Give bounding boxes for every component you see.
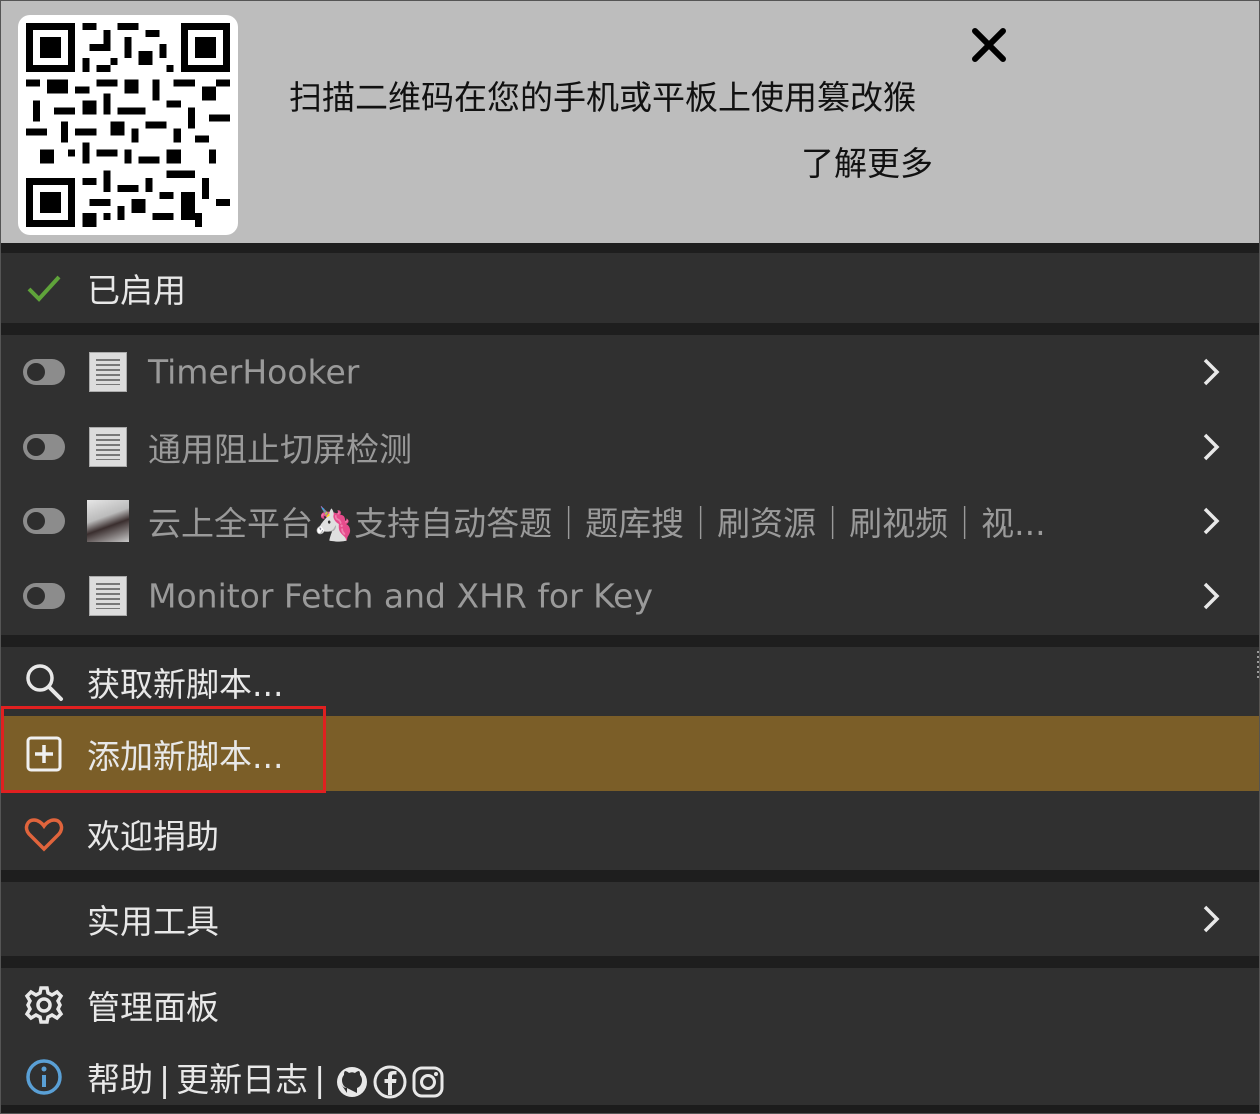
script-file-icon (89, 427, 127, 467)
footer-links: 帮助 | 更新日志 | (1, 1041, 1259, 1113)
script-item-anti-switch-detect[interactable]: 通用阻止切屏检测 (1, 410, 1259, 484)
chevron-right-icon[interactable] (1199, 902, 1223, 936)
script-item-timerhooker[interactable]: TimerHooker (1, 335, 1259, 409)
toggle-switch[interactable] (23, 508, 65, 534)
heart-icon (24, 817, 64, 851)
chevron-right-icon[interactable] (1199, 579, 1223, 613)
help-link[interactable]: 帮助 (87, 1060, 153, 1099)
facebook-icon[interactable] (373, 1065, 407, 1099)
enabled-section-header: 已启用 (1, 253, 1259, 323)
github-icon[interactable] (335, 1065, 369, 1099)
info-icon (26, 1059, 62, 1095)
utilities-section: 实用工具 (1, 882, 1259, 956)
toggle-switch[interactable] (23, 434, 65, 460)
learn-more-link[interactable]: 了解更多 (801, 137, 933, 185)
plus-square-icon (26, 736, 62, 771)
footer-text: 帮助 | 更新日志 | (87, 1053, 445, 1101)
gear-icon (24, 986, 64, 1024)
avatar-icon (87, 500, 129, 542)
dashboard-item[interactable]: 管理面板 (1, 968, 1259, 1042)
separator: | (314, 1060, 326, 1099)
chevron-right-icon[interactable] (1199, 355, 1223, 389)
script-name: 云上全平台🦄支持自动答题｜题库搜｜刷资源｜刷视频｜视... (148, 504, 1046, 543)
toggle-switch[interactable] (23, 583, 65, 609)
changelog-link[interactable]: 更新日志 (176, 1060, 308, 1099)
script-list: TimerHooker 通用阻止切屏检测 云上全平台🦄支持自动答题｜题库搜｜刷资… (1, 335, 1259, 635)
get-new-script-item[interactable]: 获取新脚本... (1, 647, 1259, 717)
actions-section: 获取新脚本... 添加新脚本... 欢迎捐助 (1, 647, 1259, 870)
script-name: TimerHooker (148, 352, 360, 392)
chevron-right-icon[interactable] (1199, 430, 1223, 464)
banner-message: 扫描二维码在您的手机或平板上使用篡改猴 (289, 78, 916, 117)
toggle-switch[interactable] (23, 359, 65, 385)
dashboard-label: 管理面板 (87, 988, 219, 1027)
tampermonkey-popup: 扫描二维码在您的手机或平板上使用篡改猴 了解更多 已启用 TimerHooker (0, 0, 1260, 1114)
utilities-label: 实用工具 (87, 902, 219, 941)
close-icon[interactable] (967, 23, 1011, 67)
get-new-script-label: 获取新脚本... (87, 665, 284, 704)
search-icon (26, 664, 63, 701)
script-item-monitor-fetch[interactable]: Monitor Fetch and XHR for Key (1, 559, 1259, 633)
bottom-section: 管理面板 帮助 | 更新日志 | (1, 968, 1259, 1113)
enabled-label: 已启用 (87, 271, 186, 310)
script-file-icon (89, 576, 127, 616)
qr-code (18, 15, 238, 235)
bottom-edge (1, 1105, 1259, 1113)
qr-banner: 扫描二维码在您的手机或平板上使用篡改猴 了解更多 (1, 1, 1259, 243)
donate-label: 欢迎捐助 (87, 816, 219, 856)
check-icon (27, 275, 61, 302)
donate-item[interactable]: 欢迎捐助 (1, 797, 1259, 870)
chevron-right-icon[interactable] (1199, 504, 1223, 538)
script-item-cloud-platform[interactable]: 云上全平台🦄支持自动答题｜题库搜｜刷资源｜刷视频｜视... (1, 484, 1259, 558)
add-new-script-item[interactable]: 添加新脚本... (1, 716, 1259, 791)
script-name: Monitor Fetch and XHR for Key (148, 576, 654, 616)
separator: | (159, 1060, 171, 1099)
script-file-icon (89, 352, 127, 392)
script-name: 通用阻止切屏检测 (148, 430, 412, 469)
utilities-item[interactable]: 实用工具 (1, 882, 1259, 956)
instagram-icon[interactable] (411, 1065, 445, 1099)
add-new-script-label: 添加新脚本... (87, 736, 284, 776)
